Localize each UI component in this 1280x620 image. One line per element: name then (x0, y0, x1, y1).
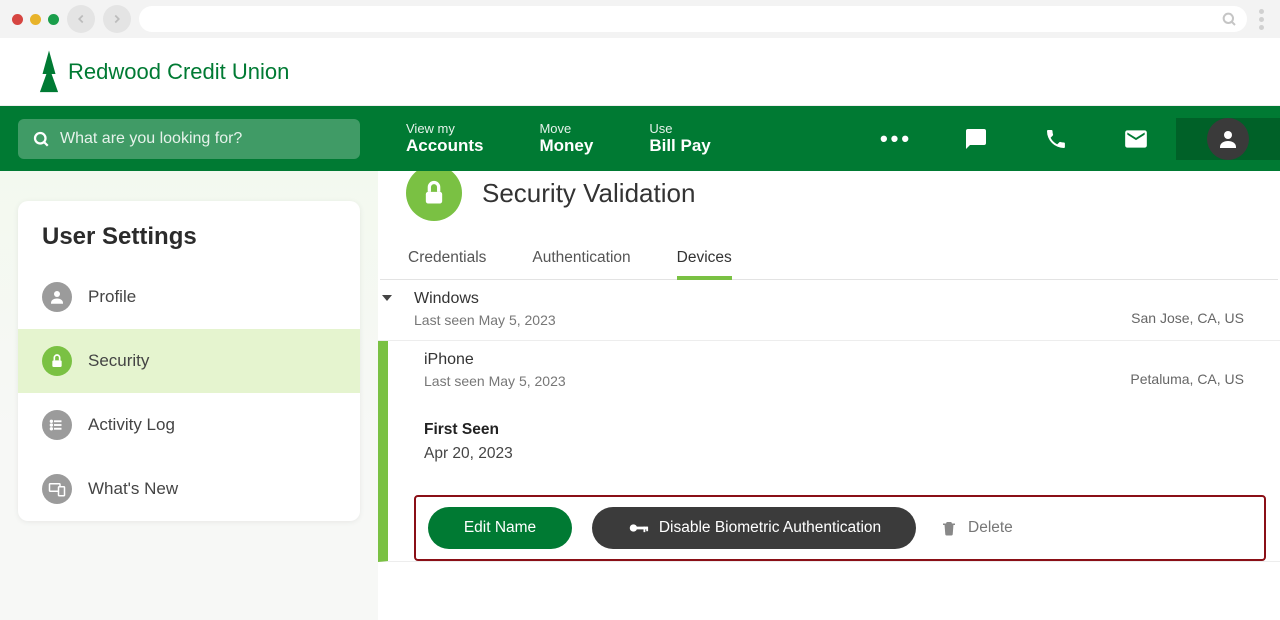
chevron-down-icon[interactable] (382, 290, 392, 304)
sidebar-item-label: What's New (88, 479, 178, 499)
browser-menu-icon[interactable] (1255, 9, 1268, 30)
close-window-icon[interactable] (12, 14, 23, 25)
main-panel: Security Validation Credentials Authenti… (378, 171, 1280, 620)
phone-icon[interactable] (1016, 127, 1096, 151)
avatar-icon (1207, 118, 1249, 160)
device-location: Petaluma, CA, US (1130, 351, 1244, 387)
lock-badge-icon (406, 171, 462, 221)
edit-name-button[interactable]: Edit Name (428, 507, 572, 549)
security-tabs: Credentials Authentication Devices (380, 231, 1278, 280)
forward-button[interactable] (103, 5, 131, 33)
device-name: iPhone (424, 351, 1130, 369)
logo-icon (36, 49, 62, 95)
profile-icon (42, 282, 72, 312)
device-last-seen: Last seen May 5, 2023 (424, 373, 1130, 389)
nav-bill-pay[interactable]: Use Bill Pay (621, 121, 738, 157)
device-location: San Jose, CA, US (1131, 290, 1244, 326)
trash-icon (940, 519, 958, 537)
search-icon (1221, 11, 1237, 27)
user-settings-card: User Settings Profile Security Activity … (18, 201, 360, 521)
maximize-window-icon[interactable] (48, 14, 59, 25)
chevron-up-icon[interactable] (388, 367, 398, 373)
minimize-window-icon[interactable] (30, 14, 41, 25)
chat-icon[interactable] (936, 127, 1016, 151)
lock-icon (42, 346, 72, 376)
tab-authentication[interactable]: Authentication (532, 249, 630, 279)
sidebar-item-whats-new[interactable]: What's New (18, 457, 360, 521)
search-placeholder: What are you looking for? (60, 130, 242, 148)
sidebar-item-profile[interactable]: Profile (18, 265, 360, 329)
browser-chrome (0, 0, 1280, 38)
device-name: Windows (414, 290, 1131, 308)
device-actions-highlight: Edit Name Disable Biometric Authenticati… (414, 495, 1266, 561)
search-icon (32, 130, 50, 148)
brand-header: Redwood Credit Union (0, 38, 1280, 106)
first-seen-label: First Seen (424, 421, 1244, 439)
key-icon (627, 517, 649, 539)
device-row-expanded[interactable]: iPhone Last seen May 5, 2023 Petaluma, C… (378, 341, 1280, 562)
sidebar-item-activity-log[interactable]: Activity Log (18, 393, 360, 457)
sidebar-item-security[interactable]: Security (18, 329, 360, 393)
page-title: Security Validation (482, 178, 695, 209)
sidebar-item-label: Profile (88, 287, 136, 307)
tab-credentials[interactable]: Credentials (408, 249, 486, 279)
list-icon (42, 410, 72, 440)
sidebar-item-label: Activity Log (88, 415, 175, 435)
sidebar-title: User Settings (18, 201, 360, 265)
disable-biometric-button[interactable]: Disable Biometric Authentication (592, 507, 916, 549)
back-button[interactable] (67, 5, 95, 33)
address-bar[interactable] (139, 6, 1247, 32)
window-controls (12, 14, 59, 25)
delete-device-button[interactable]: Delete (940, 519, 1013, 537)
site-search-input[interactable]: What are you looking for? (18, 119, 360, 159)
top-nav: What are you looking for? View my Accoun… (0, 106, 1280, 171)
tab-devices[interactable]: Devices (677, 249, 732, 279)
sidebar-item-label: Security (88, 351, 149, 371)
first-seen-value: Apr 20, 2023 (424, 445, 1244, 463)
mail-icon[interactable] (1096, 126, 1176, 152)
nav-move-money[interactable]: Move Money (511, 121, 621, 157)
device-row[interactable]: Windows Last seen May 5, 2023 San Jose, … (378, 280, 1280, 341)
nav-accounts[interactable]: View my Accounts (378, 121, 511, 157)
profile-menu[interactable] (1176, 118, 1280, 160)
devices-icon (42, 474, 72, 504)
brand-name: Redwood Credit Union (68, 59, 289, 85)
more-menu-icon[interactable]: ••• (856, 126, 936, 152)
device-last-seen: Last seen May 5, 2023 (414, 312, 1131, 328)
